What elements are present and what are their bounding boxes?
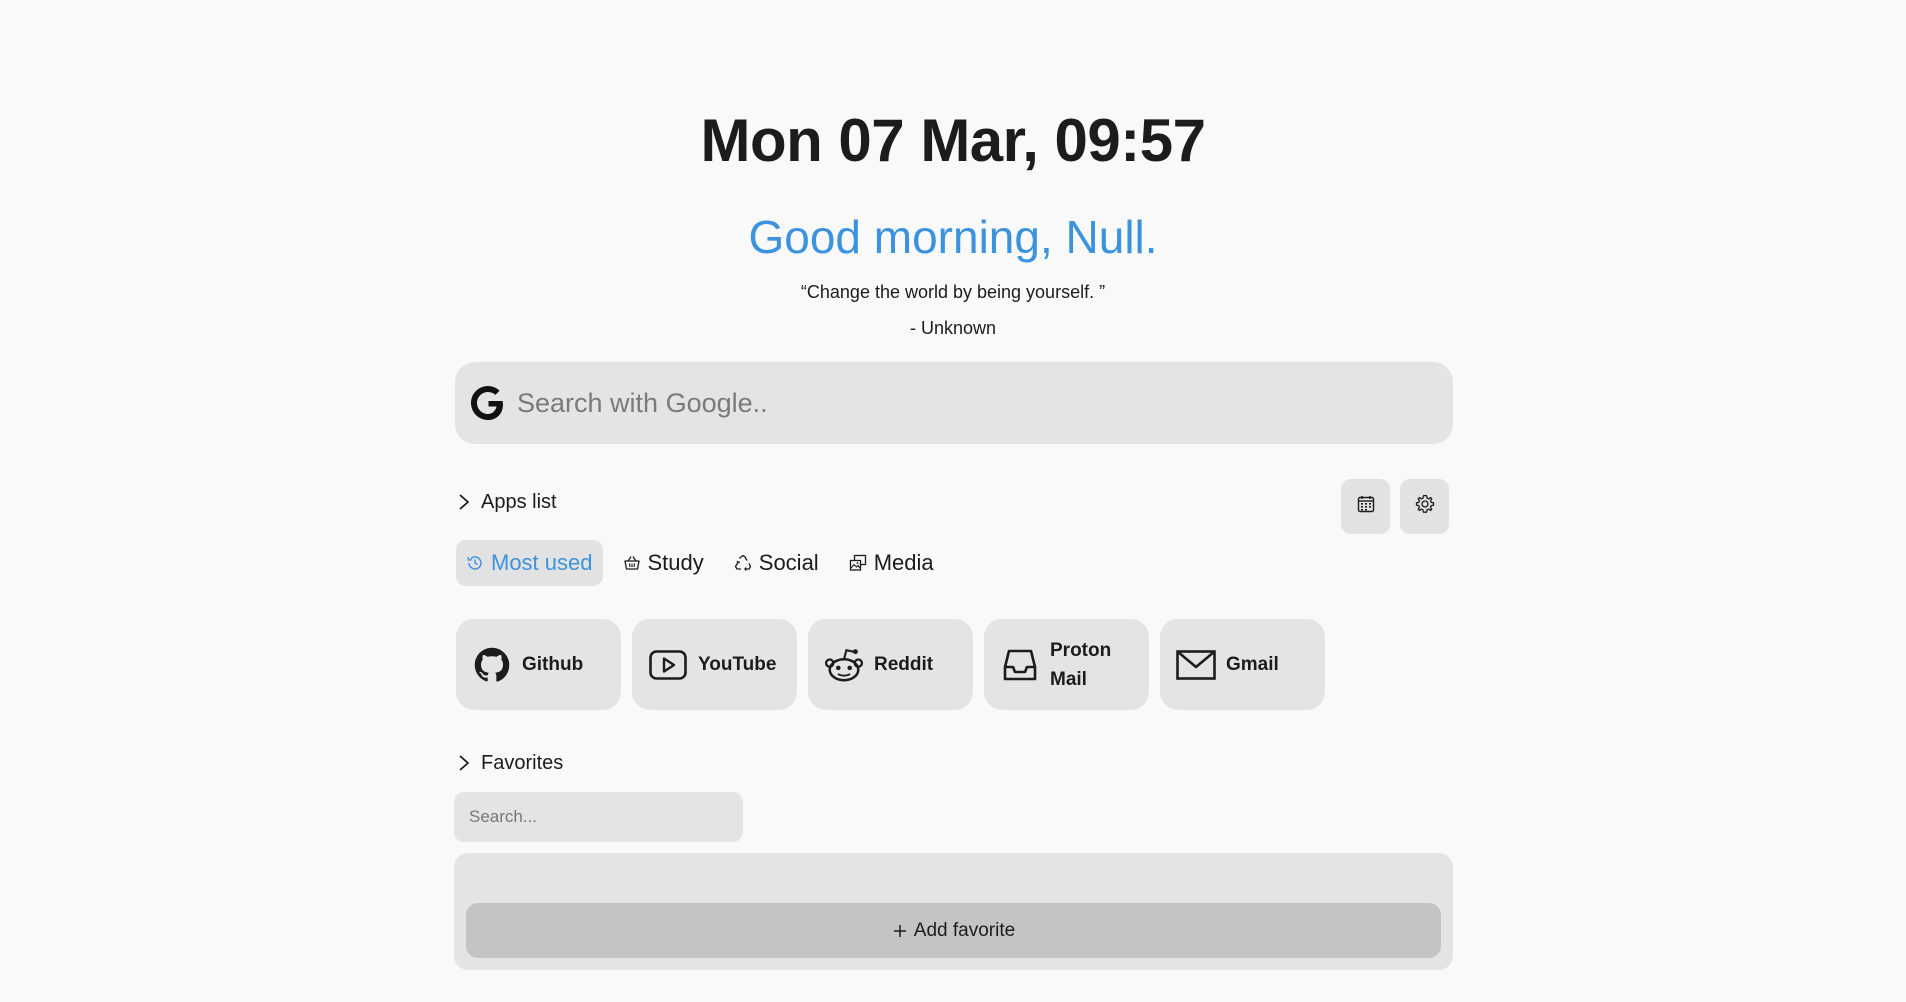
tab-study[interactable]: Study xyxy=(613,540,714,586)
settings-button[interactable] xyxy=(1400,479,1449,534)
chevron-right-icon xyxy=(455,754,473,772)
tab-most-used[interactable]: Most used xyxy=(456,540,603,586)
google-search-bar[interactable] xyxy=(455,362,1453,444)
quote-text: “Change the world by being yourself. ” xyxy=(800,282,1106,302)
add-favorite-label: Add favorite xyxy=(913,919,1016,941)
basket-icon xyxy=(623,554,641,572)
favorites-search[interactable] xyxy=(454,792,743,842)
tab-social[interactable]: Social xyxy=(724,540,829,586)
app-youtube[interactable]: YouTube xyxy=(632,619,797,710)
tab-media[interactable]: Media xyxy=(839,540,944,586)
app-label: Github xyxy=(522,654,584,675)
inbox-icon xyxy=(1000,645,1040,685)
favorites-search-input[interactable] xyxy=(467,806,731,828)
app-label: YouTube xyxy=(698,654,777,675)
mail-icon xyxy=(1176,645,1216,685)
plus-icon xyxy=(892,923,908,939)
app-proton-mail[interactable]: Proton Mail xyxy=(984,619,1149,710)
app-gmail[interactable]: Gmail xyxy=(1160,619,1325,710)
github-icon xyxy=(472,645,512,685)
reddit-icon xyxy=(824,645,864,685)
favorites-title: Favorites xyxy=(481,752,564,774)
calendar-icon xyxy=(1357,495,1375,518)
greeting-text: Good morning, Null. xyxy=(748,211,1158,263)
apps-grid: Github YouTube Reddit Proton Mail Gmail xyxy=(456,619,1325,710)
app-label: Proton Mail xyxy=(1050,639,1112,690)
app-label: Reddit xyxy=(874,654,934,675)
gear-icon xyxy=(1415,494,1435,519)
favorites-toggle[interactable]: Favorites xyxy=(455,751,563,775)
tab-label: Media xyxy=(873,550,934,575)
tab-label: Social xyxy=(758,550,819,575)
clock-display: Mon 07 Mar, 09:57 xyxy=(700,107,1206,174)
app-reddit[interactable]: Reddit xyxy=(808,619,973,710)
new-tab-page: Mon 07 Mar, 09:57 Good morning, Null. “C… xyxy=(0,0,1906,1002)
recycle-icon xyxy=(734,554,752,572)
search-input[interactable] xyxy=(515,386,1419,420)
apps-list-title: Apps list xyxy=(481,491,557,513)
app-label: Gmail xyxy=(1226,654,1279,675)
chevron-right-icon xyxy=(455,493,473,511)
history-icon xyxy=(466,554,484,572)
apps-list-toggle[interactable]: Apps list xyxy=(455,490,557,514)
add-favorite-button[interactable]: Add favorite xyxy=(466,903,1441,958)
youtube-icon xyxy=(648,645,688,685)
quote-author: - Unknown xyxy=(909,318,997,338)
calendar-button[interactable] xyxy=(1341,479,1390,534)
tab-label: Most used xyxy=(491,550,593,575)
app-github[interactable]: Github xyxy=(456,619,621,710)
photos-icon xyxy=(849,554,867,572)
tab-label: Study xyxy=(647,550,704,575)
apps-tabs: Most used Study Social Media xyxy=(456,540,944,586)
google-g-icon xyxy=(469,384,507,422)
